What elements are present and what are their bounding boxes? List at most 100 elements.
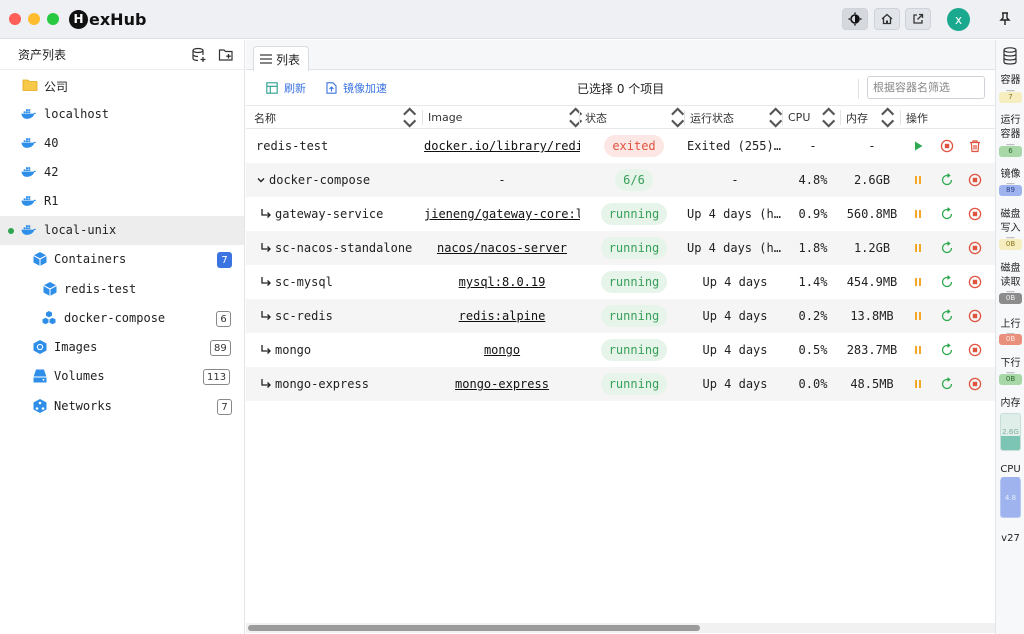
sidebar-item-docker-compose[interactable]: docker-compose 6 xyxy=(0,304,244,333)
sidebar-item-volumes[interactable]: Volumes 113 xyxy=(0,362,244,391)
stat-containers-label: 容器 xyxy=(1000,75,1021,86)
home-button[interactable] xyxy=(874,8,900,30)
cpu-usage-bar: 4.8 xyxy=(1000,477,1021,518)
column-header-image[interactable]: Image xyxy=(428,106,578,129)
table-row[interactable]: docker-compose - 6/6 - 4.8% 2.6GB xyxy=(246,163,995,197)
restart-icon[interactable] xyxy=(940,275,954,289)
restart-icon[interactable] xyxy=(940,173,954,187)
stop-icon[interactable] xyxy=(968,377,982,391)
table-row[interactable]: sc-redis redis:alpine running Up 4 days … xyxy=(246,299,995,333)
tab-list[interactable]: 列表 xyxy=(253,46,309,71)
column-header-run-state[interactable]: 运行状态 xyxy=(690,106,780,129)
sidebar-item-containers[interactable]: Containers 7 xyxy=(0,245,244,274)
pin-window-button[interactable] xyxy=(994,8,1016,30)
stat-download-value: 0B xyxy=(999,374,1022,385)
expand-chevron-icon[interactable] xyxy=(256,175,266,185)
sidebar-item-40[interactable]: 40 xyxy=(0,129,244,158)
table-row[interactable]: redis-test docker.io/library/redis exite… xyxy=(246,129,995,163)
column-header-status[interactable]: 状态 xyxy=(585,106,675,129)
stat-disk-read-value: 0B xyxy=(999,293,1022,304)
cell-cpu: 1.4% xyxy=(786,265,840,299)
restart-icon[interactable] xyxy=(940,241,954,255)
pause-icon[interactable] xyxy=(911,309,925,323)
pause-icon[interactable] xyxy=(911,241,925,255)
table-row[interactable]: sc-mysql mysql:8.0.19 running Up 4 days … xyxy=(246,265,995,299)
close-window-button[interactable] xyxy=(9,13,21,25)
container-name: docker-compose xyxy=(269,173,371,187)
sort-icon[interactable] xyxy=(880,106,895,129)
cell-run-state: Up 4 days xyxy=(687,367,783,401)
image-link[interactable]: nacos/nacos-server xyxy=(437,241,567,255)
memory-value: 13.8MB xyxy=(850,309,894,323)
sidebar-item-networks[interactable]: Networks 7 xyxy=(0,392,244,421)
restart-icon[interactable] xyxy=(940,343,954,357)
sort-icon[interactable] xyxy=(568,106,583,129)
container-filter-input[interactable] xyxy=(867,76,985,99)
stop-icon[interactable] xyxy=(940,139,954,153)
open-external-button[interactable] xyxy=(905,8,931,30)
toolbar-divider xyxy=(858,79,859,99)
column-divider[interactable] xyxy=(840,110,841,125)
scrollbar-thumb[interactable] xyxy=(248,625,700,631)
sidebar-item-redis-test[interactable]: redis-test xyxy=(0,275,244,304)
sidebar-item-company[interactable]: 公司 xyxy=(0,71,244,100)
horizontal-scrollbar[interactable] xyxy=(246,623,995,633)
mirror-accelerate-button[interactable]: 镜像加速 xyxy=(326,80,387,96)
user-avatar[interactable]: x xyxy=(947,8,970,31)
sidebar-item-42[interactable]: 42 xyxy=(0,158,244,187)
pause-icon[interactable] xyxy=(911,207,925,221)
sort-icon[interactable] xyxy=(402,106,417,129)
minimize-window-button[interactable] xyxy=(28,13,40,25)
column-divider[interactable] xyxy=(900,110,901,125)
image-link[interactable]: jieneng/gateway-core:l xyxy=(424,207,580,221)
cell-status: running xyxy=(584,299,684,333)
image-link[interactable]: mysql:8.0.19 xyxy=(459,275,546,289)
column-divider[interactable] xyxy=(684,110,685,125)
column-header-name[interactable]: 名称 xyxy=(254,106,414,129)
maximize-window-button[interactable] xyxy=(47,13,59,25)
stop-icon[interactable] xyxy=(968,309,982,323)
stop-icon[interactable] xyxy=(968,207,982,221)
connected-status-dot xyxy=(8,228,14,234)
image-link[interactable]: docker.io/library/redis xyxy=(424,139,580,153)
refresh-button[interactable]: 刷新 xyxy=(266,80,306,96)
table-row[interactable]: mongo-express mongo-express running Up 4… xyxy=(246,367,995,401)
image-link[interactable]: mongo xyxy=(484,343,520,357)
table-row[interactable]: mongo mongo running Up 4 days 0.5% 283.7… xyxy=(246,333,995,367)
stop-icon[interactable] xyxy=(968,275,982,289)
delete-icon[interactable] xyxy=(968,139,982,153)
sort-icon[interactable] xyxy=(821,106,836,129)
table-row[interactable]: sc-nacos-standalone nacos/nacos-server r… xyxy=(246,231,995,265)
pause-icon[interactable] xyxy=(911,377,925,391)
stop-icon[interactable] xyxy=(968,241,982,255)
restart-icon[interactable] xyxy=(940,207,954,221)
status-badge: running xyxy=(600,271,668,293)
sidebar-item-localhost[interactable]: localhost xyxy=(0,100,244,129)
column-divider[interactable] xyxy=(579,110,580,125)
sidebar-item-label: 42 xyxy=(44,165,59,179)
add-folder-icon[interactable] xyxy=(218,47,234,63)
database-icon[interactable] xyxy=(1002,47,1018,65)
tab-label: 列表 xyxy=(276,52,301,67)
restart-icon[interactable] xyxy=(940,309,954,323)
pause-icon[interactable] xyxy=(911,343,925,357)
sidebar-item-r1[interactable]: R1 xyxy=(0,187,244,216)
add-database-icon[interactable] xyxy=(191,47,207,63)
play-icon[interactable] xyxy=(911,139,925,153)
stop-icon[interactable] xyxy=(968,343,982,357)
column-divider[interactable] xyxy=(782,110,783,125)
sidebar-item-label: local-unix xyxy=(44,223,117,237)
restart-icon[interactable] xyxy=(940,377,954,391)
column-divider[interactable] xyxy=(422,110,423,125)
cell-status: running xyxy=(584,367,684,401)
stop-icon[interactable] xyxy=(968,173,982,187)
sidebar-item-local-unix[interactable]: local-unix xyxy=(0,216,244,245)
image-link[interactable]: mongo-express xyxy=(455,377,549,391)
pause-icon[interactable] xyxy=(911,275,925,289)
pause-icon[interactable] xyxy=(911,173,925,187)
theme-toggle-button[interactable] xyxy=(842,8,868,30)
sidebar-item-images[interactable]: Images 89 xyxy=(0,333,244,362)
stat-cpu-label: CPU xyxy=(1000,464,1021,475)
table-row[interactable]: gateway-service jieneng/gateway-core:l r… xyxy=(246,197,995,231)
image-link[interactable]: redis:alpine xyxy=(459,309,546,323)
